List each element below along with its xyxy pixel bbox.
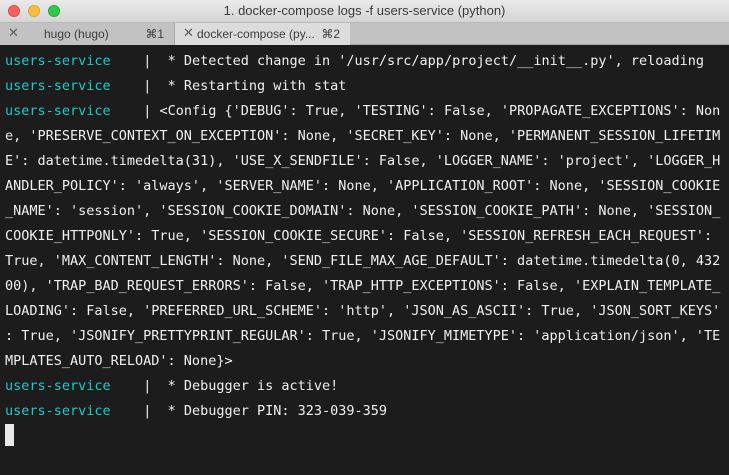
log-separator: | [143, 53, 152, 69]
log-line-wrapped: COOKIE_HTTPONLY': True, 'SESSION_COOKIE_… [5, 228, 713, 244]
log-line-wrapped: e, 'PRESERVE_CONTEXT_ON_EXCEPTION': None… [5, 128, 721, 144]
log-separator: | [143, 403, 152, 419]
service-prefix: users-service [5, 378, 111, 394]
text-cursor [5, 424, 14, 446]
log-text: * Restarting with stat [159, 78, 347, 94]
window-title: 1. docker-compose logs -f users-service … [223, 3, 506, 18]
terminal-output[interactable]: users-service | * Detected change in '/u… [0, 45, 729, 475]
log-line: users-service | * Debugger PIN: 323-039-… [5, 399, 387, 423]
tab-label: hugo (hugo) [44, 27, 109, 41]
service-prefix: users-service [5, 53, 111, 69]
close-tab-icon[interactable]: ✕ [183, 25, 194, 41]
log-separator: | [143, 78, 152, 94]
log-text: * Debugger PIN: 323-039-359 [159, 403, 388, 419]
tab-shortcut: ⌘2 [321, 27, 340, 41]
log-line-wrapped: True, 'MAX_CONTENT_LENGTH': None, 'SEND_… [5, 253, 721, 269]
service-prefix: users-service [5, 103, 111, 119]
service-prefix: users-service [5, 78, 111, 94]
log-line-wrapped: ANDLER_POLICY': 'always', 'SERVER_NAME':… [5, 178, 721, 194]
tab-shortcut: ⌘1 [145, 27, 164, 41]
log-line-wrapped: LOADING': False, 'PREFERRED_URL_SCHEME':… [5, 303, 721, 319]
terminal-window: 1. docker-compose logs -f users-service … [0, 0, 729, 475]
log-separator: | [143, 103, 152, 119]
log-line: users-service | * Debugger is active! [5, 374, 338, 398]
log-line-wrapped: 00), 'TRAP_BAD_REQUEST_ERRORS': False, '… [5, 278, 721, 294]
log-text: * Detected change in '/usr/src/app/proje… [159, 53, 705, 69]
close-tab-icon[interactable]: ✕ [8, 25, 19, 41]
log-text: <Config {'DEBUG': True, 'TESTING': False… [159, 103, 721, 119]
log-line: users-service | * Restarting with stat [5, 74, 346, 98]
log-line-wrapped: E': datetime.timedelta(31), 'USE_X_SENDF… [5, 153, 721, 169]
log-line-wrapped: : True, 'JSONIFY_PRETTYPRINT_REGULAR': T… [5, 328, 721, 344]
tab-hugo[interactable]: ✕ hugo (hugo) ⌘1 [0, 23, 175, 45]
log-line: users-service | <Config {'DEBUG': True, … [5, 99, 720, 123]
service-prefix: users-service [5, 403, 111, 419]
log-separator: | [143, 378, 152, 394]
log-line-wrapped: _NAME': 'session', 'SESSION_COOKIE_DOMAI… [5, 203, 721, 219]
log-line-wrapped: MPLATES_AUTO_RELOAD': None}> [5, 353, 233, 369]
tab-docker-compose[interactable]: ✕ docker-compose (py... ⌘2 [175, 23, 350, 45]
tab-bar: ✕ hugo (hugo) ⌘1 ✕ docker-compose (py...… [0, 23, 729, 45]
log-line: users-service | * Detected change in '/u… [5, 49, 704, 73]
tab-label: docker-compose (py... [197, 27, 315, 41]
log-text: * Debugger is active! [159, 378, 339, 394]
title-bar[interactable]: 1. docker-compose logs -f users-service … [0, 0, 729, 23]
